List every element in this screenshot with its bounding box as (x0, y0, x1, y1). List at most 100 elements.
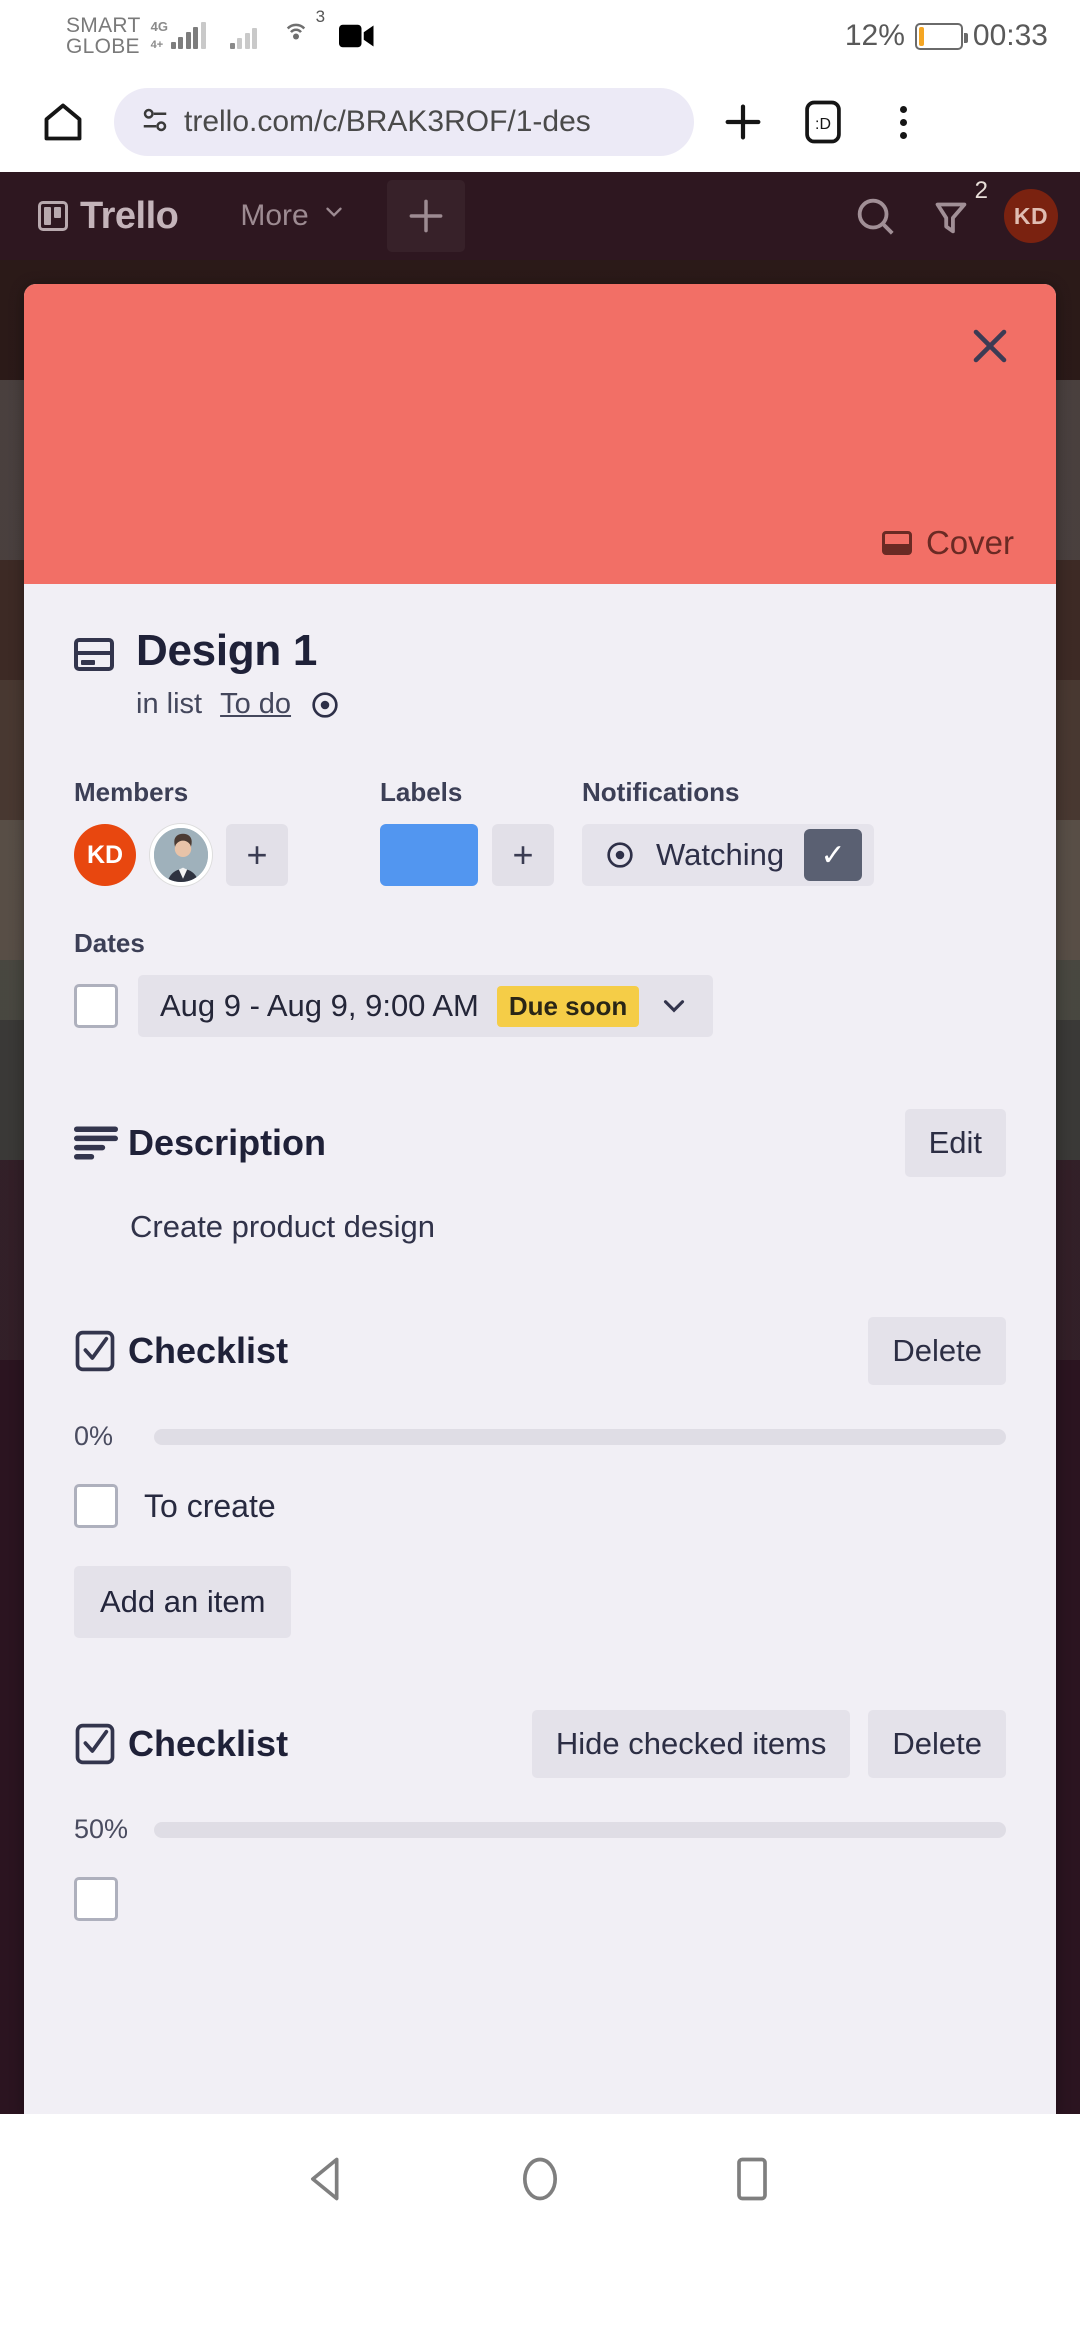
status-bar-right: 12% 00:33 (845, 19, 1048, 53)
network-type-label: 4G (150, 19, 168, 34)
dates-label: Dates (74, 928, 145, 958)
home-circle-icon[interactable] (514, 2153, 566, 2205)
add-button[interactable] (386, 180, 465, 252)
checklist-title: Checklist (128, 1723, 289, 1764)
chevron-down-icon[interactable] (657, 989, 691, 1023)
carrier-secondary: GLOBE (66, 35, 140, 58)
more-menu-label: More (240, 199, 309, 232)
trello-logo-icon (38, 201, 68, 231)
due-date-text: Aug 9 - Aug 9, 9:00 AM (160, 988, 479, 1023)
dates-section: Dates Aug 9 - Aug 9, 9:00 AM Due soon (24, 886, 1056, 1037)
trello-app: Trello More 2 KD Cover Design 1 in list … (0, 172, 1080, 2114)
delete-checklist-button[interactable]: Delete (868, 1710, 1006, 1778)
android-nav-bar (0, 2114, 1080, 2244)
checklist-item-checkbox[interactable] (74, 1484, 118, 1528)
avatar[interactable]: KD (1004, 189, 1058, 243)
progress-bar (154, 1821, 1006, 1838)
network-type-label-2: 4+ (150, 39, 164, 51)
avatar[interactable] (150, 824, 212, 886)
page-title[interactable]: Design 1 (136, 626, 317, 676)
in-list-prefix: in list (136, 688, 203, 720)
checklist-percent-label: 50% (74, 1814, 129, 1844)
checklist-percent-label: 0% (74, 1421, 114, 1451)
checklist-item-checkbox[interactable] (74, 1877, 118, 1921)
card-meta-row: Members KD + Labels + Notifications Watc… (24, 721, 1056, 886)
labels-label: Labels (380, 777, 463, 807)
card-list-breadcrumb: in list To do (24, 676, 1056, 721)
card-cover: Cover (24, 284, 1056, 584)
plus-icon[interactable] (706, 85, 780, 159)
screen-record-icon (339, 23, 375, 49)
checklist-section-1: Checklist Delete 0% To create Add an ite… (24, 1317, 1056, 1638)
list-item[interactable]: To create (74, 1484, 1006, 1528)
header-actions: 2 KD (852, 177, 1058, 243)
home-icon[interactable] (26, 85, 100, 159)
card-body: Design 1 in list To do Members KD + Labe… (24, 584, 1056, 1941)
description-header: Description Edit (74, 1109, 1006, 1177)
card-detail-modal: Cover Design 1 in list To do Members KD … (24, 284, 1056, 2114)
url-text[interactable]: trello.com/c/BRAK3ROF/1-des (184, 105, 591, 139)
trello-top-nav: Trello More 2 KD (0, 172, 1080, 260)
carrier-primary: SMART (66, 13, 141, 37)
watch-eye-icon[interactable] (309, 689, 341, 721)
hotspot-icon: 3 (279, 7, 325, 54)
notifications-label: Notifications (582, 777, 740, 807)
add-checklist-item-button[interactable]: Add an item (74, 1566, 292, 1638)
signal-bars-icon (170, 22, 206, 49)
hotspot-count: 3 (315, 6, 326, 26)
checklist-icon (74, 1329, 128, 1373)
carrier-labels: SMART GLOBE (66, 13, 141, 58)
add-member-button[interactable]: + (226, 824, 288, 886)
members-section: Members KD + (74, 777, 380, 886)
due-date-checkbox[interactable] (74, 984, 118, 1028)
watch-eye-icon (604, 839, 636, 871)
tab-switcher-icon[interactable]: :D (786, 85, 860, 159)
recents-square-icon[interactable] (726, 2153, 778, 2205)
labels-section: Labels + (380, 777, 582, 886)
notification-badge: 2 (974, 177, 988, 204)
site-settings-icon[interactable] (140, 105, 170, 140)
list-item[interactable] (74, 1877, 1006, 1921)
checklist-header: Checklist Delete (74, 1317, 1006, 1385)
description-lines-icon (74, 1126, 128, 1160)
members-label: Members (74, 777, 189, 807)
close-icon[interactable] (966, 322, 1014, 375)
signal-bars-2-icon (229, 23, 258, 49)
clock-label: 00:33 (972, 19, 1048, 52)
delete-checklist-button[interactable]: Delete (868, 1317, 1006, 1385)
status-bar-left: SMART GLOBE 4G 4+ 3 (66, 7, 375, 58)
labels-list: + (380, 824, 582, 886)
checklist-header: Checklist Hide checked items Delete (74, 1710, 1006, 1778)
overflow-menu-icon[interactable] (866, 85, 940, 159)
more-menu-button[interactable]: More (240, 199, 346, 233)
add-label-button[interactable]: + (492, 824, 554, 886)
description-body[interactable]: Create product design (74, 1177, 1006, 1245)
progress-bar (154, 1428, 1006, 1445)
avatar[interactable]: KD (74, 824, 136, 886)
signal-group-1: 4G 4+ (150, 19, 206, 51)
watching-check-icon[interactable]: ✓ (804, 829, 863, 881)
notification-bell-icon[interactable]: 2 (928, 177, 988, 239)
label-chip[interactable] (380, 824, 478, 886)
edit-description-button[interactable]: Edit (904, 1109, 1006, 1177)
cover-icon (881, 531, 912, 555)
description-section: Description Edit Create product design (24, 1109, 1056, 1245)
hide-checked-items-button[interactable]: Hide checked items (531, 1710, 851, 1778)
trello-logo-text: Trello (80, 194, 179, 237)
watching-label: Watching (656, 837, 785, 872)
status-badge: Due soon (496, 985, 640, 1027)
cover-button[interactable]: Cover (881, 524, 1014, 562)
watching-button[interactable]: Watching ✓ (582, 824, 875, 886)
search-icon[interactable] (852, 193, 898, 239)
trello-logo[interactable]: Trello (38, 194, 179, 238)
android-status-bar: SMART GLOBE 4G 4+ 3 12% 00:33 (0, 0, 1080, 72)
due-date-button[interactable]: Aug 9 - Aug 9, 9:00 AM Due soon (138, 975, 714, 1037)
list-name-link[interactable]: To do (220, 688, 291, 721)
checklist-item-label: To create (144, 1487, 276, 1524)
card-template-icon (74, 638, 114, 671)
battery-percent-label: 12% (844, 19, 905, 52)
due-date-row: Aug 9 - Aug 9, 9:00 AM Due soon (74, 975, 1056, 1037)
checklist-icon (74, 1722, 128, 1766)
back-triangle-icon[interactable] (302, 2153, 354, 2205)
url-bar[interactable]: trello.com/c/BRAK3ROF/1-des (114, 88, 694, 156)
